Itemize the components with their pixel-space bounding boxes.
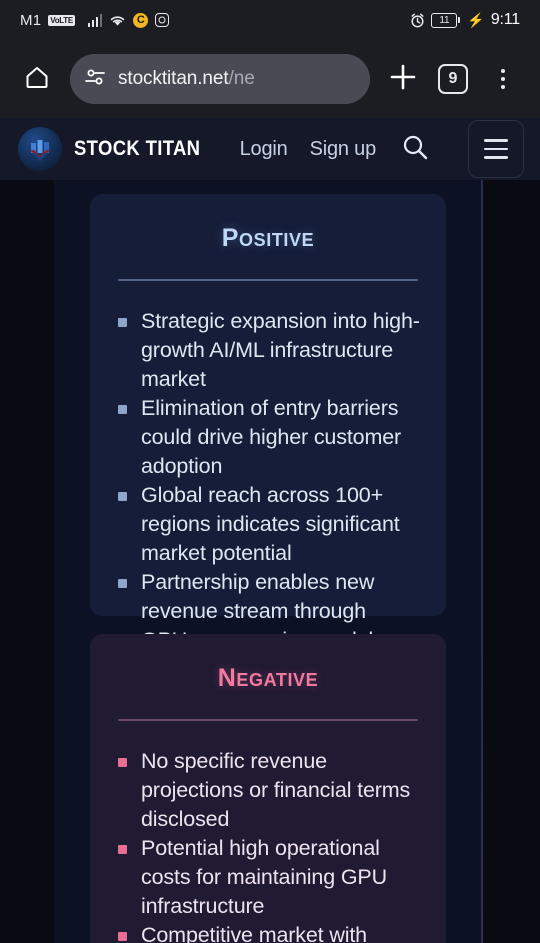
volte-badge: VoLTE (48, 14, 75, 26)
alarm-icon (410, 13, 425, 28)
page-left-gutter (0, 180, 54, 943)
chrome-circle-icon: C (133, 12, 149, 28)
hamburger-menu-icon (484, 139, 508, 142)
new-tab-button[interactable] (380, 56, 426, 102)
status-bar: M1 VoLTE C 11 ⚡ 9:11 (0, 0, 540, 40)
positive-card-title: Positive (221, 224, 315, 252)
list-item: Potential high operational costs for mai… (116, 834, 420, 921)
positive-bullet-list: Strategic expansion into high-growth AI/… (116, 307, 420, 655)
home-icon (23, 63, 51, 96)
negative-card-divider (118, 719, 418, 721)
list-item: No specific revenue projections or finan… (116, 747, 420, 834)
negative-bullet-list: No specific revenue projections or finan… (116, 747, 420, 943)
list-item: Global reach across 100+ regions indicat… (116, 481, 420, 568)
status-bar-right: 11 ⚡ 9:11 (410, 11, 520, 29)
header-nav: Login Sign up (240, 120, 524, 178)
list-item: Elimination of entry barriers could driv… (116, 394, 420, 481)
search-icon (400, 132, 430, 167)
status-bar-left: M1 VoLTE C (20, 11, 170, 29)
search-button[interactable] (398, 132, 432, 166)
browser-menu-button[interactable] (480, 56, 526, 102)
charging-bolt-icon: ⚡ (467, 12, 485, 28)
list-item: Strategic expansion into high-growth AI/… (116, 307, 420, 394)
tab-switcher-button[interactable]: 9 (430, 56, 476, 102)
page-scrollbar[interactable] (481, 180, 483, 943)
signup-link[interactable]: Sign up (310, 138, 377, 161)
page-info-icon[interactable] (84, 67, 108, 92)
login-link[interactable]: Login (240, 138, 288, 161)
address-bar[interactable]: stocktitan.net/ne (70, 54, 370, 104)
clock-label: 9:11 (490, 11, 520, 28)
battery-level: 11 (431, 12, 458, 28)
list-item: Competitive market with established play… (116, 921, 420, 943)
kebab-menu-icon (500, 68, 506, 90)
negative-card-title: Negative (217, 664, 319, 692)
negative-card: Negative No specific revenue projections… (90, 634, 446, 943)
url-host: stocktitan.net (118, 68, 229, 89)
wifi-icon (109, 13, 126, 27)
carrier-label: M1 (20, 11, 42, 29)
site-header: STOCK TITAN Login Sign up (0, 118, 540, 180)
page-right-gutter (482, 180, 540, 943)
battery-icon: 11 (431, 12, 461, 28)
positive-card: Positive Strategic expansion into high-g… (90, 194, 446, 652)
page-content: Positive Strategic expansion into high-g… (0, 180, 540, 943)
stock-titan-logo-icon (18, 127, 62, 171)
phone-screen: M1 VoLTE C 11 ⚡ 9:11 stocktitan.net/ne 9… (0, 0, 540, 943)
positive-card-divider (118, 279, 418, 281)
article-column: Positive Strategic expansion into high-g… (54, 180, 482, 943)
signal-bars-icon (87, 13, 103, 27)
home-button[interactable] (14, 56, 60, 102)
plus-icon (388, 62, 418, 97)
url-path: /ne (228, 68, 255, 89)
brand-name: STOCK TITAN (74, 137, 201, 160)
brand-home-link[interactable]: STOCK TITAN (18, 127, 218, 171)
tab-count-label: 9 (438, 64, 468, 94)
hamburger-menu-button[interactable] (468, 120, 524, 178)
instagram-icon (155, 13, 170, 27)
address-bar-text[interactable]: stocktitan.net/ne (118, 68, 255, 90)
browser-toolbar: stocktitan.net/ne 9 (0, 40, 540, 118)
